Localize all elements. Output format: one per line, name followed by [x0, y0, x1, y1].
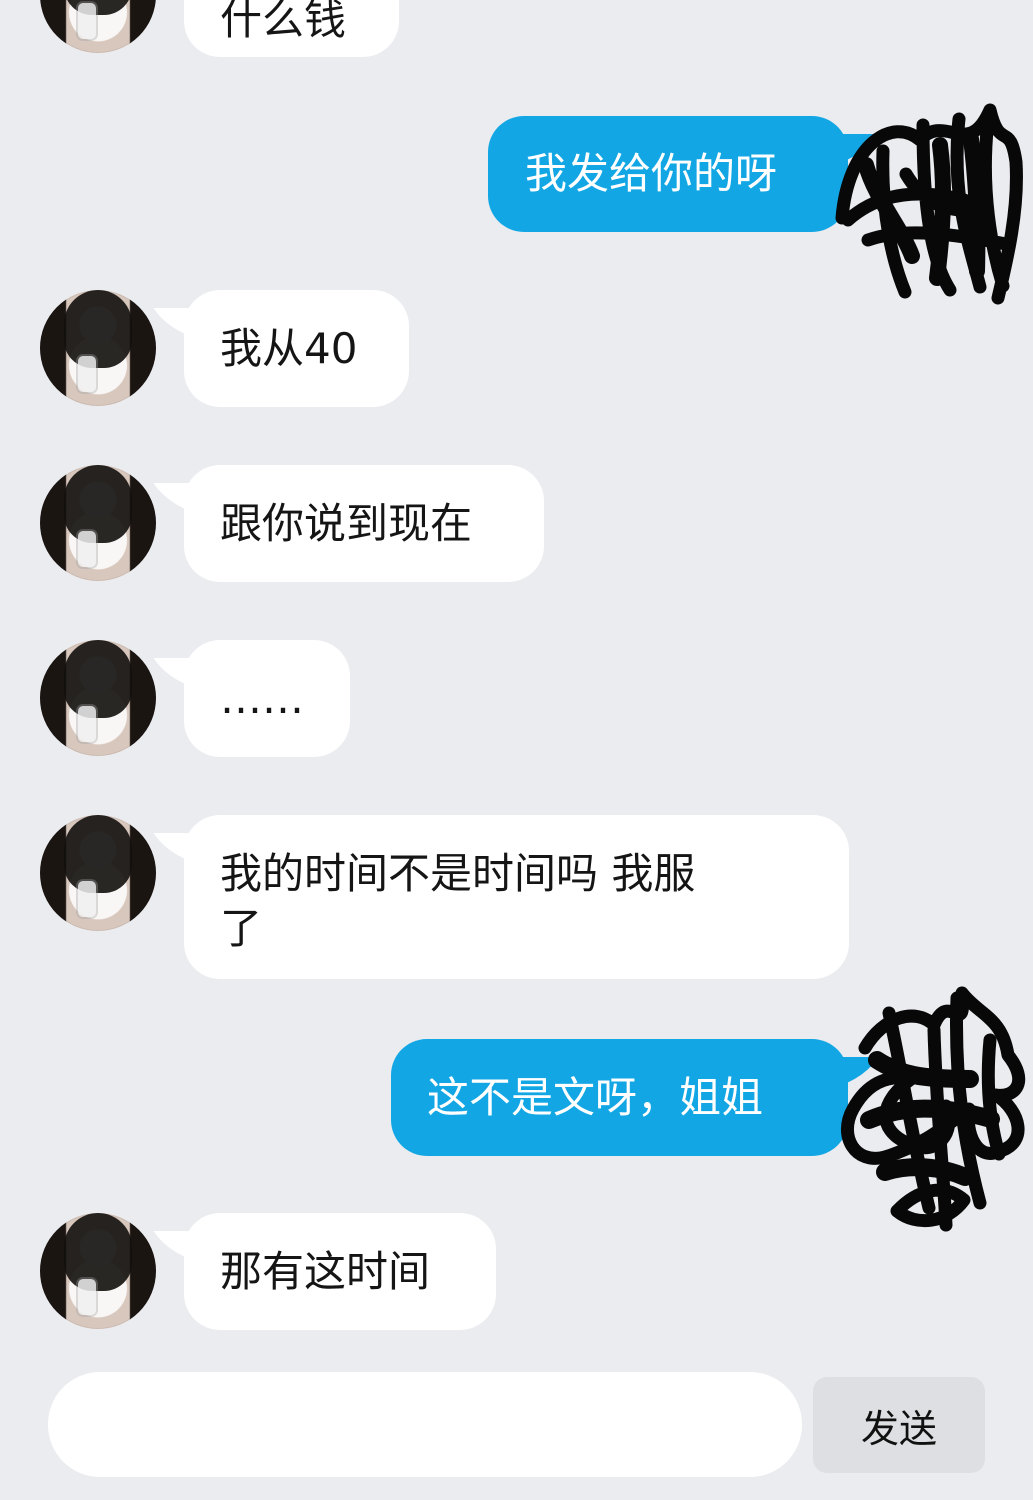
outgoing-message-bubble: 这不是文呀，姐姐 — [391, 1039, 848, 1156]
incoming-message-bubble: 什么钱 — [184, 0, 399, 57]
outgoing-message-bubble: 我发给你的呀 — [488, 116, 848, 232]
message-text: 这不是文呀，姐姐 — [427, 1073, 764, 1122]
send-button[interactable]: 发送 — [813, 1377, 985, 1473]
incoming-message-bubble: 我从40 — [184, 290, 409, 407]
incoming-message-bubble: 我的时间不是时间吗 我服 了 — [184, 815, 849, 979]
contact-avatar[interactable] — [40, 290, 156, 406]
contact-avatar[interactable] — [40, 1213, 156, 1329]
incoming-message-bubble: 那有这时间 — [184, 1213, 496, 1330]
incoming-message-bubble: …… — [184, 640, 350, 757]
message-text: 跟你说到现在 — [220, 499, 473, 548]
message-text-line-2: 了 — [220, 904, 263, 953]
message-text: 什么钱 — [220, 0, 347, 44]
send-button-label: 发送 — [860, 1406, 937, 1451]
redaction-scribble — [835, 103, 1023, 305]
contact-avatar[interactable] — [40, 815, 156, 931]
message-text: 那有这时间 — [220, 1247, 431, 1296]
message-text: …… — [220, 674, 304, 723]
incoming-message-bubble: 跟你说到现在 — [184, 465, 544, 582]
redaction-scribble — [841, 986, 1026, 1232]
contact-avatar[interactable] — [40, 465, 156, 581]
message-text-line-1: 我的时间不是时间吗 我服 — [220, 849, 696, 898]
contact-avatar[interactable] — [40, 640, 156, 756]
message-input[interactable] — [48, 1372, 802, 1477]
message-text: 我发给你的呀 — [525, 149, 778, 198]
contact-avatar[interactable] — [40, 0, 156, 53]
message-text: 我从40 — [220, 324, 358, 373]
